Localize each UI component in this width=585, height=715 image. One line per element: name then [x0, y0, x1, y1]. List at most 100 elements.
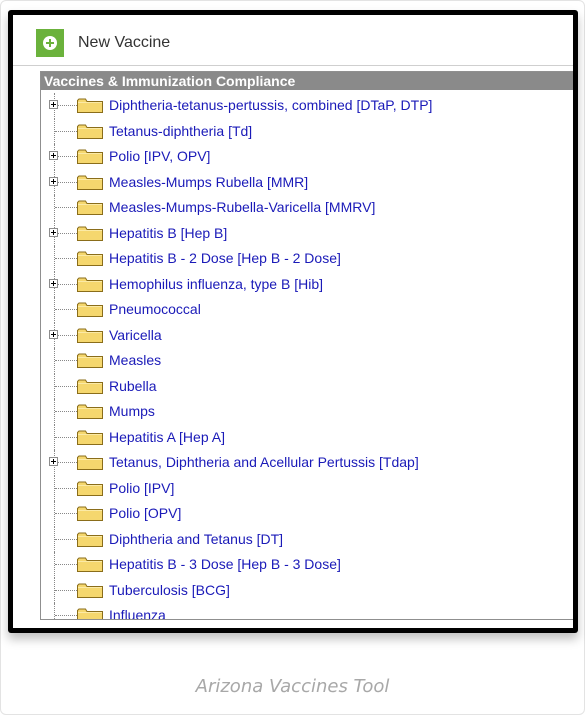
tree-item-label[interactable]: Polio [IPV, OPV]	[109, 148, 210, 164]
tree-item-label[interactable]: Tuberculosis [BCG]	[109, 582, 230, 598]
tree-branch-line	[55, 156, 77, 157]
folder-icon	[77, 481, 103, 496]
tree-branch-line	[55, 309, 77, 310]
folder-icon	[77, 302, 103, 317]
tree-item[interactable]: Hemophilus influenza, type B [Hib]	[41, 271, 573, 297]
expand-icon[interactable]	[49, 227, 58, 237]
tree-item-label[interactable]: Diphtheria-tetanus-pertussis, combined […	[109, 97, 432, 113]
tree-branch-line	[55, 564, 77, 565]
tree-item[interactable]: Polio [IPV, OPV]	[41, 144, 573, 170]
tree-item[interactable]: Polio [OPV]	[41, 501, 573, 527]
tree-branch-line	[55, 258, 77, 259]
tree-branch-line	[55, 283, 77, 285]
tree-item[interactable]: Influenza	[41, 603, 573, 619]
tree-branch-line	[55, 487, 77, 489]
tree-item[interactable]: Measles-Mumps-Rubella-Varicella [MMRV]	[41, 195, 573, 221]
tree-branch-line	[55, 130, 77, 132]
tree-item[interactable]: Hepatitis A [Hep A]	[41, 424, 573, 450]
folder-icon	[77, 98, 103, 113]
tree-item[interactable]: Hepatitis B - 3 Dose [Hep B - 3 Dose]	[41, 552, 573, 578]
folder-icon	[77, 124, 103, 139]
folder-icon	[77, 506, 103, 521]
tree-item-label[interactable]: Rubella	[109, 378, 156, 394]
tree-item-label[interactable]: Hepatitis A [Hep A]	[109, 429, 225, 445]
folder-icon	[77, 277, 103, 292]
tree-branch-line	[55, 232, 77, 234]
expand-icon[interactable]	[49, 176, 58, 186]
folder-icon	[77, 379, 103, 394]
window-frame: New Vaccine Vaccines & Immunization Comp…	[8, 10, 578, 633]
tree-item-label[interactable]: Tetanus, Diphtheria and Acellular Pertus…	[109, 454, 419, 470]
folder-icon	[77, 404, 103, 419]
tree-item[interactable]: Pneumococcal	[41, 297, 573, 323]
tree-item-label[interactable]: Varicella	[109, 327, 162, 343]
tree-item-label[interactable]: Hemophilus influenza, type B [Hib]	[109, 276, 323, 292]
tree-branch-line	[55, 462, 77, 463]
toolbar: New Vaccine	[13, 15, 573, 66]
expand-icon[interactable]	[49, 100, 58, 109]
tree-item[interactable]: Diphtheria and Tetanus [DT]	[41, 526, 573, 552]
tree-item[interactable]: Hepatitis B [Hep B]	[41, 220, 573, 246]
tree-item-label[interactable]: Hepatitis B - 2 Dose [Hep B - 2 Dose]	[109, 250, 341, 266]
tree-item[interactable]: Tetanus, Diphtheria and Acellular Pertus…	[41, 450, 573, 476]
folder-icon	[77, 226, 103, 241]
tree-item[interactable]: Tuberculosis [BCG]	[41, 577, 573, 603]
folder-icon	[77, 583, 103, 598]
folder-icon	[77, 200, 103, 215]
tree-branch-line	[55, 181, 77, 183]
tree-item[interactable]: Measles	[41, 348, 573, 374]
tree-branch-line	[55, 207, 77, 208]
tree-item-label[interactable]: Measles	[109, 352, 161, 368]
tree-item-label[interactable]: Hepatitis B - 3 Dose [Hep B - 3 Dose]	[109, 556, 341, 572]
folder-icon	[77, 251, 103, 266]
tree-item[interactable]: Hepatitis B - 2 Dose [Hep B - 2 Dose]	[41, 246, 573, 272]
tree-branch-line	[55, 436, 77, 438]
new-vaccine-label: New Vaccine	[78, 34, 171, 51]
tree-item[interactable]: Rubella	[41, 373, 573, 399]
tree-item[interactable]: Diphtheria-tetanus-pertussis, combined […	[41, 93, 573, 119]
tree-item[interactable]: Varicella	[41, 322, 573, 348]
folder-icon	[77, 608, 103, 619]
tree-item-label[interactable]: Pneumococcal	[109, 301, 201, 317]
folder-icon	[77, 557, 103, 572]
panel-header: Vaccines & Immunization Compliance	[41, 72, 573, 90]
add-icon	[36, 29, 64, 57]
tree-connector-line	[54, 603, 55, 619]
expand-icon[interactable]	[49, 329, 58, 339]
vaccine-tree: Diphtheria-tetanus-pertussis, combined […	[41, 90, 573, 619]
tree-branch-line	[55, 513, 77, 514]
expand-icon[interactable]	[49, 457, 58, 466]
expand-icon[interactable]	[49, 278, 58, 288]
folder-icon	[77, 455, 103, 470]
tree-branch-line	[55, 411, 77, 412]
tree-item[interactable]: Polio [IPV]	[41, 475, 573, 501]
tree-item-label[interactable]: Measles-Mumps Rubella [MMR]	[109, 174, 308, 190]
folder-icon	[77, 353, 103, 368]
tree-item-label[interactable]: Tetanus-diphtheria [Td]	[109, 123, 252, 139]
tree-item[interactable]: Tetanus-diphtheria [Td]	[41, 118, 573, 144]
tree-item-label[interactable]: Mumps	[109, 403, 155, 419]
tree-item-label[interactable]: Diphtheria and Tetanus [DT]	[109, 531, 283, 547]
tree-item-label[interactable]: Measles-Mumps-Rubella-Varicella [MMRV]	[109, 199, 375, 215]
new-vaccine-button[interactable]: New Vaccine	[36, 29, 170, 57]
tree-item[interactable]: Measles-Mumps Rubella [MMR]	[41, 169, 573, 195]
folder-icon	[77, 328, 103, 343]
tree-branch-line	[55, 360, 77, 361]
tree-branch-line	[55, 105, 77, 106]
image-caption: Arizona Vaccines Tool	[195, 676, 390, 697]
tree-item-label[interactable]: Influenza	[109, 607, 166, 619]
folder-icon	[77, 532, 103, 547]
window-content: New Vaccine Vaccines & Immunization Comp…	[13, 15, 573, 628]
tree-branch-line	[55, 334, 77, 336]
folder-icon	[77, 149, 103, 164]
tree-branch-line	[55, 538, 77, 540]
expand-icon[interactable]	[49, 151, 58, 160]
tree-item[interactable]: Mumps	[41, 399, 573, 425]
tree-branch-line	[55, 615, 77, 616]
tree-item-label[interactable]: Hepatitis B [Hep B]	[109, 225, 227, 241]
tree-item-label[interactable]: Polio [OPV]	[109, 505, 181, 521]
folder-icon	[77, 430, 103, 445]
vaccine-tree-panel: Vaccines & Immunization Compliance Dipht…	[40, 71, 573, 620]
tree-item-label[interactable]: Polio [IPV]	[109, 480, 174, 496]
folder-icon	[77, 175, 103, 190]
